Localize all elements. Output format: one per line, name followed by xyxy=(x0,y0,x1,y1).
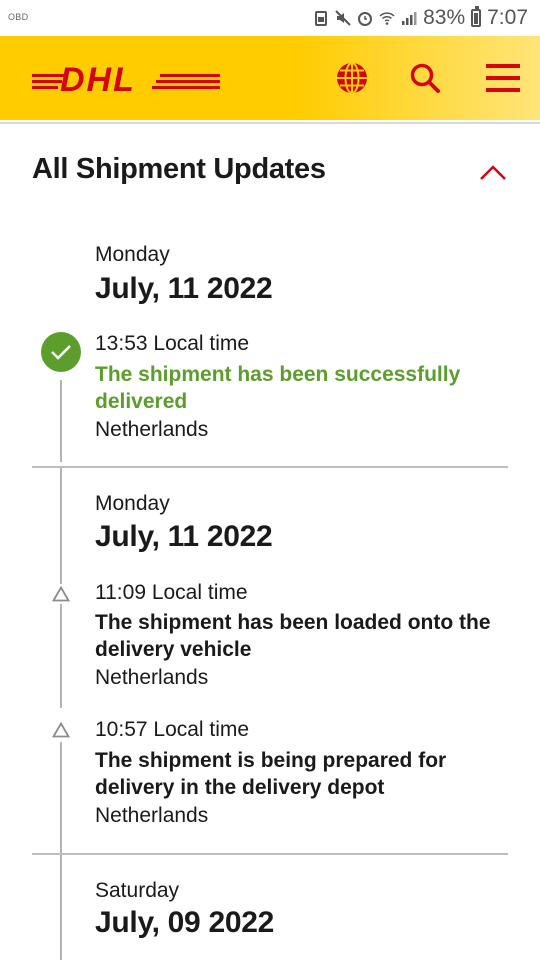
status-icons: 83% 7:07 xyxy=(313,5,528,31)
timeline-line xyxy=(60,742,62,854)
date-label: July, 11 2022 xyxy=(95,520,273,553)
timeline-line xyxy=(60,604,62,708)
day-label: Monday xyxy=(95,492,170,515)
group-divider xyxy=(32,853,508,855)
recycle-icon xyxy=(315,11,328,26)
event-description: The shipment is being prepared for deliv… xyxy=(95,749,447,799)
transit-triangle-icon xyxy=(50,584,72,604)
day-label: Monday xyxy=(95,243,170,266)
transit-triangle-icon xyxy=(50,720,72,740)
status-bar: OBD 83% 7:07 xyxy=(0,0,540,36)
clock: 7:07 xyxy=(487,6,528,29)
alarm-icon xyxy=(358,12,373,26)
dhl-logo[interactable]: DHL xyxy=(32,62,220,96)
timeline-line xyxy=(60,854,62,960)
event-location: Netherlands xyxy=(95,418,209,441)
search-button[interactable] xyxy=(403,56,447,100)
date-label: July, 09 2022 xyxy=(95,906,275,939)
section-title: All Shipment Updates xyxy=(32,153,326,185)
menu-icon xyxy=(486,64,520,92)
event-time: 13:53 Local time xyxy=(95,332,250,355)
delivered-check-icon xyxy=(41,332,81,372)
event-description: The shipment has been successfully deliv… xyxy=(95,363,461,413)
timeline-line xyxy=(60,380,62,462)
timeline-line xyxy=(60,468,62,592)
event-time: 11:09 Local time xyxy=(95,581,248,604)
shipment-timeline: Monday July, 11 2022 13:53 Local time Th… xyxy=(0,228,540,960)
battery-icon xyxy=(471,6,482,27)
collapse-button[interactable] xyxy=(476,158,510,186)
site-header: DHL xyxy=(0,36,540,120)
battery-percent: 83% xyxy=(423,6,466,29)
event-description: The shipment has been loaded onto the de… xyxy=(95,611,491,661)
event-location: Netherlands xyxy=(95,804,209,827)
menu-button[interactable] xyxy=(481,56,525,100)
event-time: 10:57 Local time xyxy=(95,718,250,741)
svg-text:DHL: DHL xyxy=(60,62,136,96)
language-button[interactable] xyxy=(330,56,374,100)
chevron-up-icon xyxy=(480,165,506,180)
group-divider xyxy=(32,466,508,468)
wifi-icon xyxy=(379,12,395,25)
day-label: Saturday xyxy=(95,879,180,902)
mute-icon xyxy=(335,10,351,26)
search-icon xyxy=(410,63,440,93)
carrier-label: OBD xyxy=(8,12,29,22)
globe-icon xyxy=(337,62,367,94)
signal-icon xyxy=(402,12,417,25)
date-label: July, 11 2022 xyxy=(95,272,273,305)
event-location: Netherlands xyxy=(95,666,209,689)
header-divider xyxy=(0,122,540,124)
